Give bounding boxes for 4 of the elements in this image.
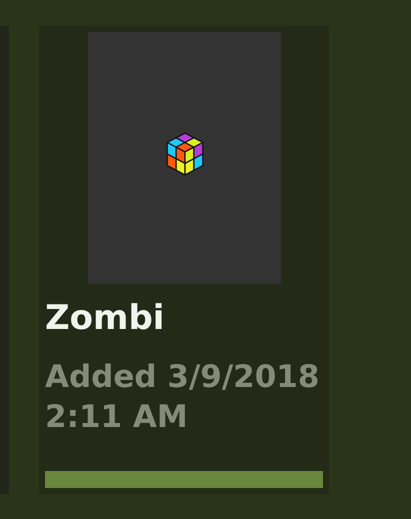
game-card[interactable]: Zombi Added 3/9/2018 2:11 AM — [39, 26, 329, 494]
game-title: Zombi — [45, 297, 166, 340]
cube-icon — [164, 131, 206, 177]
added-date: Added 3/9/2018 2:11 AM — [45, 358, 320, 437]
